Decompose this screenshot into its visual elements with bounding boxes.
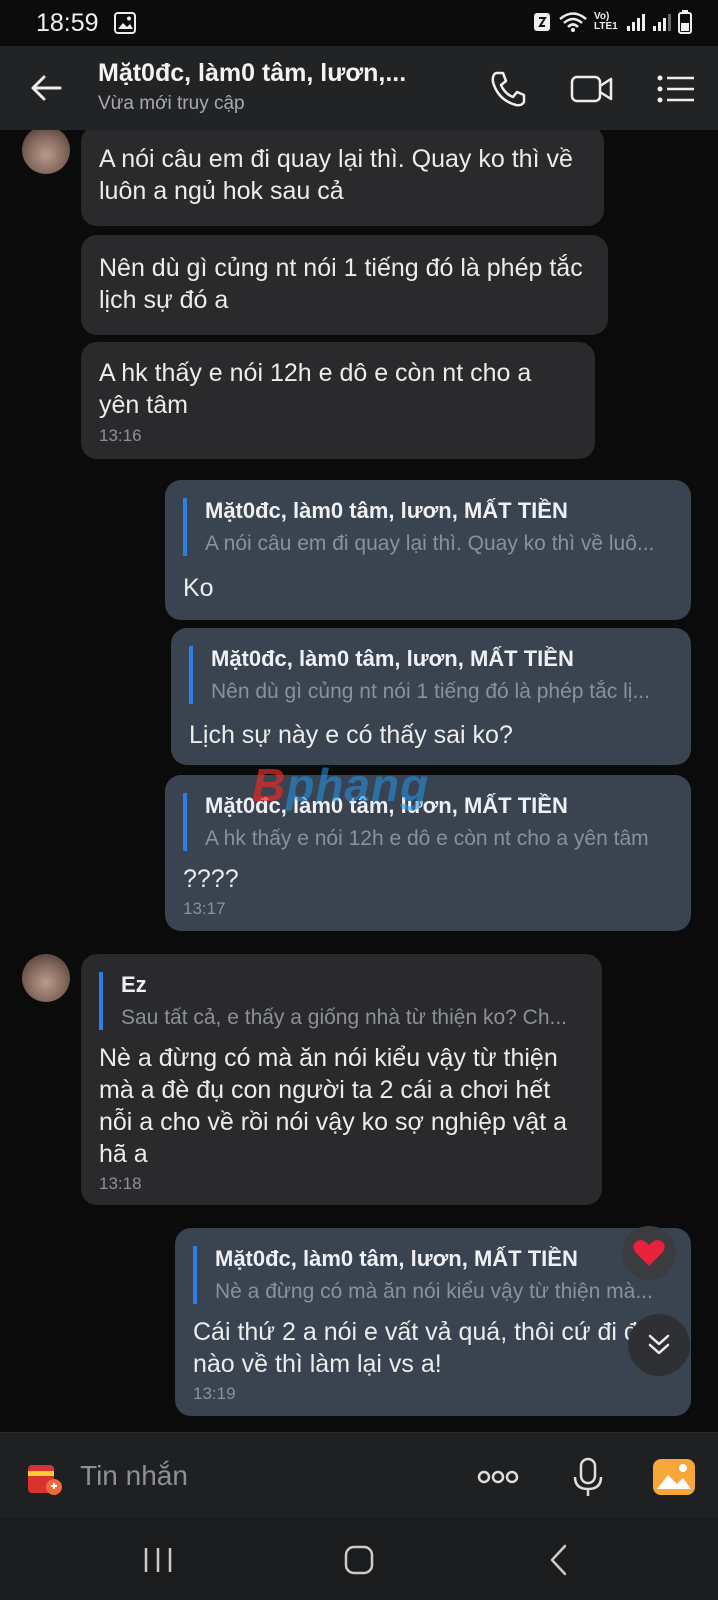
- menu-list-icon[interactable]: [654, 67, 698, 111]
- signal-2-icon: [653, 14, 671, 31]
- reply-preview-text: Nè a đừng có mà ăn nói kiểu vậy từ thiện…: [215, 1280, 653, 1303]
- message-bubble[interactable]: Ez Sau tất cả, e thấy a giống nhà từ thi…: [81, 954, 602, 1205]
- message-time: 13:17: [183, 899, 226, 918]
- home-icon[interactable]: [337, 1538, 381, 1582]
- contact-avatar[interactable]: [22, 954, 70, 1002]
- reply-quote[interactable]: Mặt0đc, làm0 tâm, lươn, MẤT TIỀN A nói c…: [183, 498, 673, 556]
- wifi-icon: [559, 12, 587, 32]
- reply-preview-text: A nói câu em đi quay lại thì. Quay ko th…: [205, 532, 655, 555]
- message-text: ????: [183, 865, 239, 893]
- scroll-to-bottom-button[interactable]: [628, 1314, 690, 1376]
- double-chevron-down-icon: [648, 1334, 670, 1355]
- sticker-icon[interactable]: [24, 1457, 64, 1497]
- system-nav-bar: [0, 1518, 718, 1600]
- phone-call-icon[interactable]: [486, 67, 530, 111]
- back-arrow-icon[interactable]: [26, 68, 66, 108]
- status-time: 18:59: [36, 9, 99, 37]
- last-seen-status: Vừa mới truy cập: [98, 93, 245, 114]
- message-input-bar: [0, 1432, 718, 1518]
- heart-icon: [633, 1240, 665, 1266]
- chat-header: Mặt0đc, làm0 tâm, lươn,... Vừa mới truy …: [0, 46, 718, 130]
- video-call-icon[interactable]: [570, 67, 614, 111]
- back-nav-icon[interactable]: [538, 1538, 582, 1582]
- reply-sender-name: Ez: [121, 972, 147, 997]
- volte-label: Vo) LTE1: [594, 11, 618, 32]
- message-time: 13:18: [99, 1174, 142, 1193]
- contact-avatar[interactable]: [22, 130, 70, 174]
- message-text: Nè a đừng có mà ăn nói kiểu vậy từ thiện…: [99, 1044, 568, 1168]
- reply-quote[interactable]: Ez Sau tất cả, e thấy a giống nhà từ thi…: [99, 972, 584, 1030]
- reply-sender-name: Mặt0đc, làm0 tâm, lươn, MẤT TIỀN: [215, 1246, 578, 1271]
- status-icons: Vo) LTE1: [532, 10, 692, 34]
- chat-messages[interactable]: A nói câu em đi quay lại thì. Quay ko th…: [0, 130, 718, 1432]
- reply-quote[interactable]: Mặt0đc, làm0 tâm, lươn, MẤT TIỀN Nè a đừ…: [193, 1246, 673, 1304]
- gallery-notification-icon: [114, 12, 136, 34]
- message-bubble[interactable]: A nói câu em đi quay lại thì. Quay ko th…: [81, 130, 604, 226]
- message-text: Ko: [183, 574, 214, 602]
- message-bubble[interactable]: Mặt0đc, làm0 tâm, lươn, MẤT TIỀN A nói c…: [165, 480, 691, 620]
- status-bar: 18:59 Vo) LTE1: [0, 0, 718, 46]
- microphone-icon[interactable]: [566, 1455, 610, 1499]
- reply-preview-text: Sau tất cả, e thấy a giống nhà từ thiện …: [121, 1006, 568, 1029]
- message-text: Cái thứ 2 a nói e vất vả quá, thôi cứ đi…: [193, 1318, 651, 1378]
- contact-name[interactable]: Mặt0đc, làm0 tâm, lươn,...: [98, 59, 406, 88]
- reply-preview-text: A hk thấy e nói 12h e dô e còn nt cho a …: [205, 827, 649, 850]
- more-dots-icon[interactable]: [476, 1455, 520, 1499]
- battery-icon: [678, 10, 692, 34]
- message-bubble[interactable]: Mặt0đc, làm0 tâm, lươn, MẤT TIỀN Nè a đừ…: [175, 1228, 691, 1416]
- reply-preview-text: Nên dù gì củng nt nói 1 tiếng đó là phép…: [211, 680, 650, 703]
- message-text: Lịch sự này e có thấy sai ko?: [189, 721, 513, 749]
- recent-apps-icon[interactable]: [136, 1538, 180, 1582]
- watermark-logo: Bphang: [252, 759, 430, 811]
- signal-1-icon: [627, 14, 645, 31]
- reply-sender-name: Mặt0đc, làm0 tâm, lươn, MẤT TIỀN: [205, 498, 568, 523]
- message-text: A hk thấy e nói 12h e dô e còn nt cho a …: [99, 359, 532, 419]
- heart-reaction-button[interactable]: [622, 1226, 676, 1280]
- message-bubble[interactable]: Nên dù gì củng nt nói 1 tiếng đó là phép…: [81, 235, 608, 335]
- message-text: Nên dù gì củng nt nói 1 tiếng đó là phép…: [99, 254, 583, 314]
- message-input[interactable]: [80, 1455, 440, 1497]
- message-text: A nói câu em đi quay lại thì. Quay ko th…: [99, 145, 573, 205]
- message-bubble[interactable]: Mặt0đc, làm0 tâm, lươn, MẤT TIỀN Nên dù …: [171, 628, 691, 765]
- message-time: 13:19: [193, 1384, 236, 1403]
- nfc-icon: [534, 13, 550, 31]
- reply-quote[interactable]: Mặt0đc, làm0 tâm, lươn, MẤT TIỀN Nên dù …: [189, 646, 673, 704]
- message-bubble[interactable]: A hk thấy e nói 12h e dô e còn nt cho a …: [81, 342, 595, 459]
- message-time: 13:16: [99, 426, 142, 445]
- image-gallery-icon[interactable]: [652, 1455, 696, 1499]
- reply-sender-name: Mặt0đc, làm0 tâm, lươn, MẤT TIỀN: [211, 646, 574, 671]
